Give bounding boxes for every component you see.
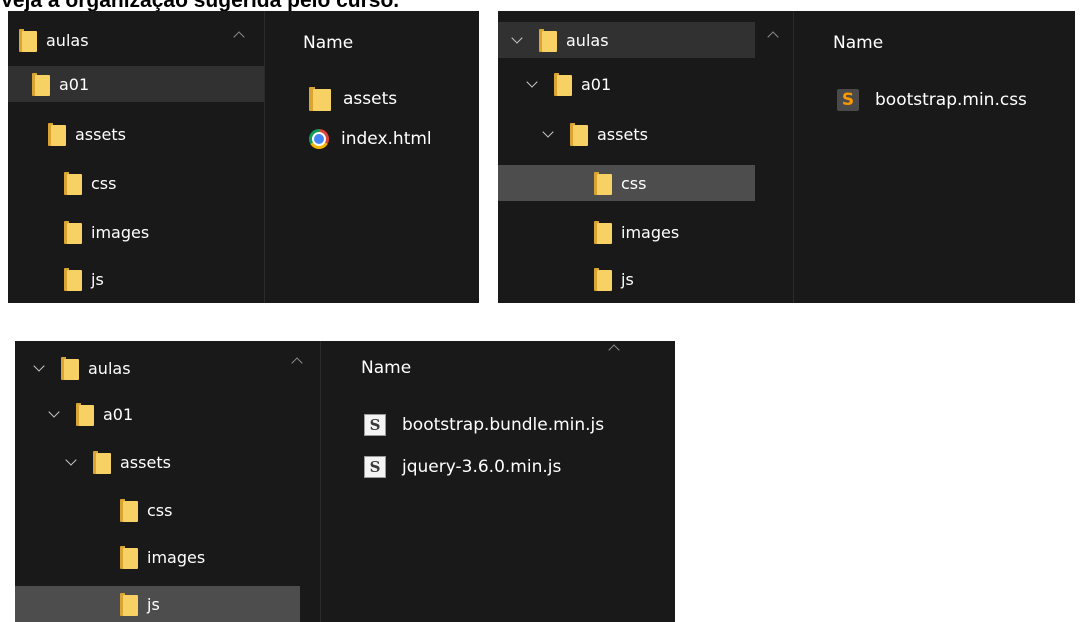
- file-name: jquery-3.6.0.min.js: [402, 457, 562, 477]
- page-title: Veja a organização sugerida pelo curso.: [0, 0, 400, 12]
- tree-item-label: images: [621, 222, 680, 242]
- file-item-bootstrap-min-css[interactable]: S bootstrap.min.css: [837, 86, 1027, 114]
- tree-item-label: assets: [120, 452, 171, 472]
- folder-icon: [64, 171, 82, 195]
- tree-row-js[interactable]: js: [498, 261, 787, 297]
- tree-item-label: css: [621, 173, 647, 193]
- explorer-panel-b: aulas a01 assets css images js Name S bo…: [498, 11, 1075, 303]
- file-item-index-html[interactable]: index.html: [309, 125, 432, 153]
- column-header-name[interactable]: Name: [361, 358, 411, 378]
- explorer-panel-c: aulas a01 assets css images js Name S bo…: [15, 341, 675, 622]
- sublime-text-icon: S: [837, 89, 859, 111]
- folder-icon: [93, 450, 111, 474]
- tree-row-assets[interactable]: assets: [8, 116, 264, 152]
- chrome-icon: [309, 129, 329, 149]
- file-item-jquery-min-js[interactable]: S jquery-3.6.0.min.js: [364, 453, 561, 481]
- sort-ascending-icon: [608, 344, 620, 356]
- tree-row-aulas[interactable]: aulas: [498, 22, 755, 58]
- tree-row-js[interactable]: js: [8, 261, 264, 297]
- column-header-name[interactable]: Name: [303, 33, 353, 53]
- folder-icon: [32, 72, 50, 96]
- folder-icon: [539, 28, 557, 52]
- script-file-icon: S: [364, 414, 386, 436]
- tree-row-aulas[interactable]: aulas: [15, 350, 320, 386]
- tree-row-js[interactable]: js: [15, 586, 300, 622]
- scroll-up-caret-icon[interactable]: [767, 31, 779, 43]
- folder-icon: [76, 402, 94, 426]
- chevron-down-icon[interactable]: [47, 407, 61, 421]
- folder-icon: [120, 498, 138, 522]
- tree-row-images[interactable]: images: [498, 214, 787, 250]
- folder-icon: [120, 545, 138, 569]
- tree-row-css[interactable]: css: [15, 492, 320, 528]
- tree-item-label: a01: [103, 404, 134, 424]
- folder-icon: [594, 267, 612, 291]
- tree-item-label: a01: [59, 74, 90, 94]
- tree-item-label: css: [147, 500, 173, 520]
- tree-row-css[interactable]: css: [8, 165, 264, 201]
- tree-item-label: a01: [581, 74, 612, 94]
- folder-icon: [554, 72, 572, 96]
- folder-icon: [594, 220, 612, 244]
- tree-row-a01[interactable]: a01: [498, 66, 787, 102]
- folder-icon: [64, 220, 82, 244]
- tree-row-a01[interactable]: a01: [8, 66, 264, 102]
- tree-item-label: images: [91, 222, 150, 242]
- tree-row-images[interactable]: images: [8, 214, 264, 250]
- tree-row-assets[interactable]: assets: [498, 116, 787, 152]
- folder-icon: [309, 86, 331, 112]
- folder-icon: [64, 267, 82, 291]
- tree-row-aulas[interactable]: aulas: [8, 22, 264, 58]
- tree-item-label: images: [147, 547, 206, 567]
- tree-item-label: assets: [597, 124, 648, 144]
- chevron-down-icon[interactable]: [32, 361, 46, 375]
- folder-icon: [570, 122, 588, 146]
- file-list: Name S bootstrap.min.css: [794, 11, 1075, 303]
- folder-icon: [120, 592, 138, 616]
- explorer-panel-a: aulas a01 assets css images js Name asse…: [8, 11, 479, 303]
- file-name: assets: [343, 89, 398, 109]
- tree-item-label: aulas: [566, 30, 609, 50]
- tree-item-label: aulas: [46, 30, 89, 50]
- file-name: bootstrap.bundle.min.js: [402, 415, 605, 435]
- tree-row-images[interactable]: images: [15, 539, 320, 575]
- folder-icon: [48, 122, 66, 146]
- navigation-tree: aulas a01 assets css images js: [15, 341, 320, 622]
- chevron-down-icon[interactable]: [64, 455, 78, 469]
- chevron-down-icon[interactable]: [525, 77, 539, 91]
- chevron-down-icon[interactable]: [541, 127, 555, 141]
- column-header-name[interactable]: Name: [833, 33, 883, 53]
- file-item-assets[interactable]: assets: [309, 85, 397, 113]
- file-name: bootstrap.min.css: [875, 90, 1027, 110]
- navigation-tree: aulas a01 assets css images js: [498, 11, 787, 303]
- tree-item-label: aulas: [88, 358, 131, 378]
- folder-icon: [61, 356, 79, 380]
- tree-item-label: js: [91, 269, 104, 289]
- tree-item-label: js: [621, 269, 634, 289]
- script-file-icon: S: [364, 456, 386, 478]
- tree-item-label: assets: [75, 124, 126, 144]
- tree-item-label: css: [91, 173, 117, 193]
- tree-item-label: js: [147, 594, 160, 614]
- navigation-tree: aulas a01 assets css images js: [8, 11, 264, 303]
- folder-icon: [594, 171, 612, 195]
- file-list: Name assets index.html: [265, 11, 479, 303]
- folder-icon: [19, 28, 37, 52]
- tree-row-assets[interactable]: assets: [15, 444, 320, 480]
- file-name: index.html: [341, 129, 432, 149]
- tree-row-css[interactable]: css: [498, 165, 755, 201]
- tree-row-a01[interactable]: a01: [15, 396, 320, 432]
- file-item-bootstrap-bundle-min-js[interactable]: S bootstrap.bundle.min.js: [364, 411, 604, 439]
- chevron-down-icon[interactable]: [510, 33, 524, 47]
- file-list: Name S bootstrap.bundle.min.js S jquery-…: [321, 341, 675, 622]
